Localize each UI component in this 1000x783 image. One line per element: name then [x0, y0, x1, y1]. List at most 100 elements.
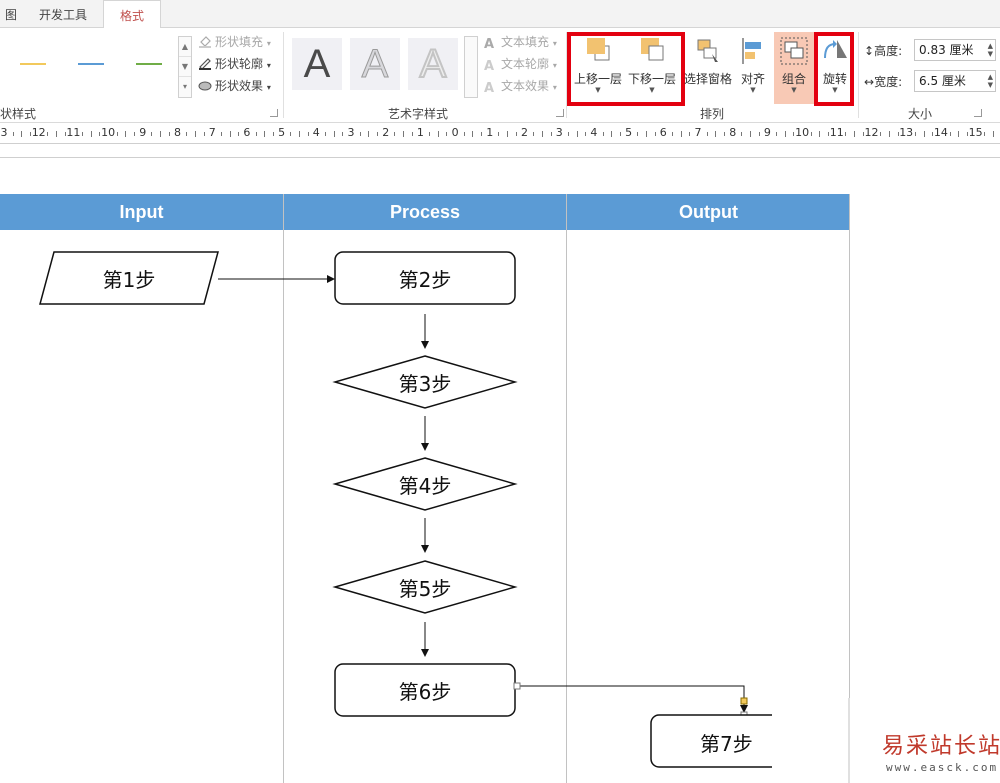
ruler-tick: [186, 132, 188, 136]
ruler-label: 10: [795, 126, 810, 139]
tab-format[interactable]: 格式: [103, 0, 161, 29]
ruler-tick: [776, 132, 778, 136]
step2-label: 第2步: [398, 268, 452, 292]
ruler-tick: [784, 131, 786, 137]
watermark: 易采站长站 www.easck.com: [872, 728, 1000, 783]
arrange-group-label: 排列: [700, 107, 725, 121]
scroll-down-icon[interactable]: ▼: [179, 57, 191, 77]
pen-icon: [198, 56, 212, 70]
ruler-tick: [229, 131, 231, 137]
ruler-label: 13: [899, 126, 914, 139]
ruler-tick: [333, 131, 335, 137]
ruler-tick: [533, 132, 535, 136]
ruler-tick: [194, 131, 196, 137]
ruler-label: 4: [312, 126, 320, 139]
ruler-tick: [854, 131, 856, 137]
ruler-tick: [160, 131, 162, 137]
ruler-tick: [576, 131, 578, 137]
ruler-tick: [481, 132, 483, 136]
ruler-tick: [324, 132, 326, 136]
line-style-yellow[interactable]: [20, 63, 46, 65]
text-outline-icon: A: [484, 59, 495, 74]
ruler-tick: [151, 132, 153, 136]
width-spinner[interactable]: ▲ ▼: [988, 73, 993, 89]
shape-style-gallery-scroll[interactable]: ▲ ▼ ▾: [178, 36, 192, 98]
ruler-tick: [134, 132, 136, 136]
size-launcher-icon[interactable]: [974, 109, 982, 117]
ruler-label: 9: [763, 126, 771, 139]
horizontal-ruler: 3 12 11 10 9 8 7 6 5 4 3 2 1 0 1 2 3 4 5 6 7 8 9 10 11 12 13 14 15: [0, 124, 1000, 144]
ruler-tick: [498, 132, 500, 136]
line-style-blue[interactable]: [78, 63, 104, 65]
tab-view[interactable]: 图: [0, 0, 22, 28]
scroll-up-icon[interactable]: ▲: [179, 37, 191, 57]
line-style-green[interactable]: [136, 63, 162, 65]
ruler-tick: [238, 132, 240, 136]
ruler-label: 12: [864, 126, 879, 139]
ruler-label: 8: [729, 126, 737, 139]
ruler-label: 14: [933, 126, 948, 139]
ruler-tick: [203, 132, 205, 136]
align-button[interactable]: 对齐 ▼: [734, 32, 772, 94]
ruler-tick: [342, 132, 344, 136]
tab-developer[interactable]: 开发工具: [30, 0, 96, 28]
ruler-tick: [255, 132, 257, 136]
ruler-tick: [758, 132, 760, 136]
ruler-label: 11: [66, 126, 81, 139]
ruler-tick: [619, 132, 621, 136]
dropdown-arrow-icon: ▼: [750, 86, 756, 94]
ruler-tick: [411, 132, 413, 136]
shape-styles-group-label: 状样式: [0, 107, 37, 121]
height-input[interactable]: 0.83 厘米 ▲ ▼: [914, 39, 996, 61]
ruler-tick: [992, 131, 994, 137]
text-outline-button[interactable]: A 文本轮廓 ▾: [484, 54, 557, 74]
shape-outline-button[interactable]: 形状轮廓 ▾: [198, 54, 271, 74]
paint-bucket-icon: [198, 34, 212, 48]
dropdown-arrow-icon: ▼: [791, 86, 797, 94]
selection-pane-button[interactable]: 选择窗格: [684, 32, 732, 94]
width-label: ↔宽度:: [864, 75, 903, 89]
height-spinner[interactable]: ▲ ▼: [988, 42, 993, 58]
shape-styles-launcher-icon[interactable]: [270, 109, 278, 117]
ruler-tick: [12, 132, 14, 136]
ruler-tick: [125, 131, 127, 137]
width-input[interactable]: 6.5 厘米 ▲ ▼: [914, 70, 996, 92]
watermark-url: www.easck.com: [886, 761, 999, 774]
wordart-style-solid[interactable]: A: [292, 38, 342, 90]
connector-adjust-handle[interactable]: [740, 697, 748, 705]
ruler-label: 1: [486, 126, 494, 139]
ruler-tick: [21, 131, 23, 137]
ruler-label: 3: [0, 126, 8, 139]
connector-6-7[interactable]: [517, 685, 748, 713]
ruler-tick: [741, 132, 743, 136]
step1-label: 第1步: [102, 268, 156, 292]
ruler-tick: [585, 132, 587, 136]
watermark-brand: 易采站长站: [882, 734, 1000, 759]
text-effects-icon: A: [484, 81, 495, 96]
shape-effects-button[interactable]: 形状效果 ▾: [198, 76, 271, 96]
ruler-tick: [567, 132, 569, 136]
ruler-tick: [90, 131, 92, 137]
shape-fill-button[interactable]: 形状填充 ▾: [198, 32, 271, 52]
ruler-tick: [168, 132, 170, 136]
ruler-label: 8: [174, 126, 181, 139]
text-fill-button[interactable]: A 文本填充 ▾: [484, 32, 557, 52]
ruler-tick: [645, 131, 647, 137]
wordart-launcher-icon[interactable]: [556, 109, 564, 117]
ruler-tick: [272, 132, 274, 136]
ruler-label: 0: [451, 126, 459, 139]
ruler-tick: [116, 132, 118, 136]
wordart-style-light[interactable]: A: [350, 38, 400, 90]
ruler-tick: [984, 132, 986, 136]
ruler-tick: [654, 132, 656, 136]
wordart-style-outline[interactable]: A: [408, 38, 458, 90]
ruler-tick: [715, 131, 717, 137]
ruler-tick: [706, 132, 708, 136]
group-objects-button[interactable]: 组合 ▼: [774, 32, 814, 104]
text-fill-icon: A: [484, 37, 495, 52]
ruler-tick: [637, 132, 639, 136]
wordart-gallery-scroll[interactable]: [464, 36, 478, 98]
text-effects-button[interactable]: A 文本效果 ▾: [484, 76, 557, 96]
step5-label: 第5步: [398, 577, 452, 601]
gallery-more-icon[interactable]: ▾: [179, 77, 191, 97]
